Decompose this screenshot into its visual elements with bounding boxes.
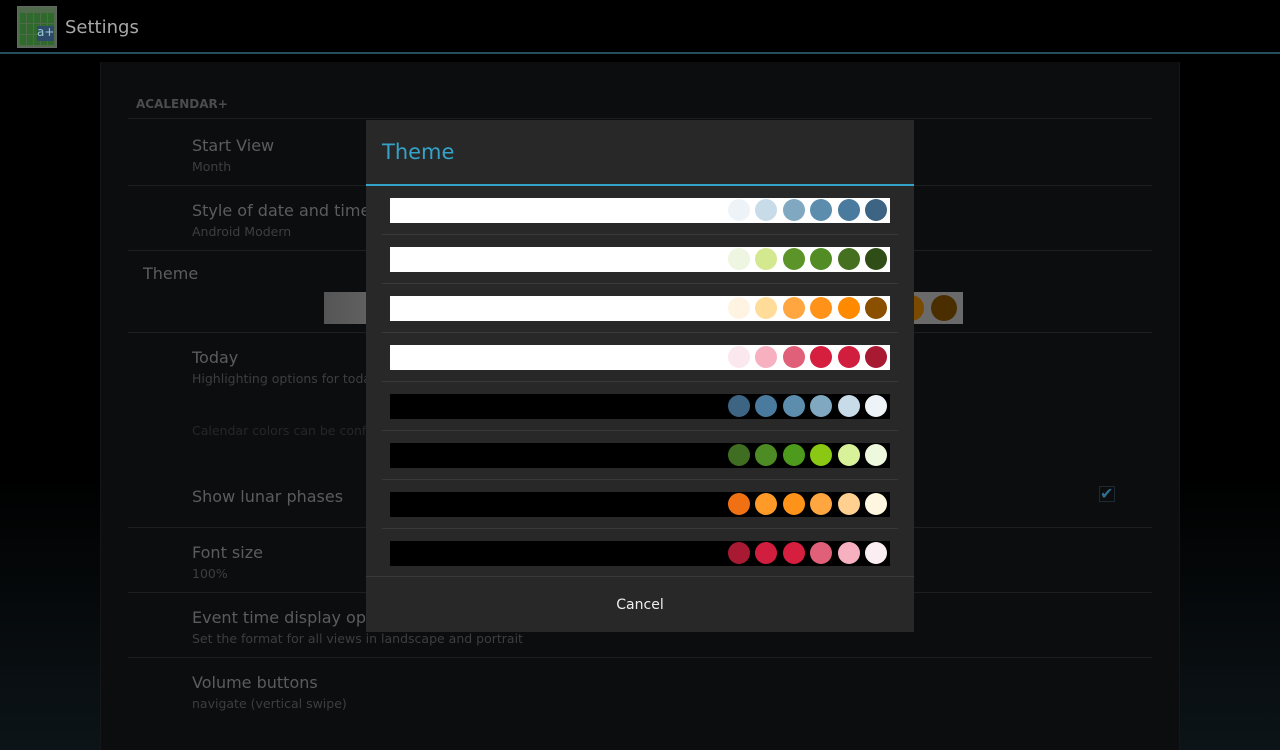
color-dot [782,395,805,417]
theme-option-5[interactable] [382,382,898,431]
color-dot [865,199,887,221]
color-dot [782,297,805,319]
setting-summary: Set the format for all views in landscap… [192,631,523,646]
color-dot [865,444,887,466]
theme-swatch-bar [390,296,890,321]
setting-summary: Android Modern [192,224,292,239]
theme-option-4[interactable] [382,333,898,382]
color-dot [837,444,860,466]
color-dot [810,542,833,564]
action-bar: a+ Settings [0,0,1280,54]
calendar-app-icon[interactable]: a+ [17,6,57,48]
color-dot [837,199,860,221]
color-dot [810,395,833,417]
color-dot [782,199,805,221]
theme-swatch-bar [390,541,890,566]
color-dot [865,395,887,417]
color-dot [782,248,805,270]
color-dot [865,346,887,368]
color-dot [782,493,805,515]
theme-option-2[interactable] [382,235,898,284]
dialog-button-bar: Cancel [366,576,914,632]
color-dot [810,248,833,270]
color-dot [837,395,860,417]
color-dot [755,542,778,564]
theme-option-3[interactable] [382,284,898,333]
color-dot [837,248,860,270]
color-dot [810,346,833,368]
setting-volume-buttons[interactable]: Volume buttons [192,673,318,692]
color-dot [755,444,778,466]
color-dot [728,542,750,564]
color-dot [728,248,750,270]
color-dot [837,346,860,368]
color-dot [755,199,778,221]
color-dot [728,346,750,368]
color-dot [782,444,805,466]
setting-summary: Month [192,159,232,174]
color-dot [782,542,805,564]
setting-summary: navigate (vertical swipe) [192,696,347,711]
color-dot [865,297,887,319]
color-dot [728,444,750,466]
setting-theme[interactable]: Theme [143,264,198,283]
color-dot [755,493,778,515]
theme-swatch-bar [390,394,890,419]
color-dot [865,493,887,515]
theme-swatch-bar [390,443,890,468]
color-dot [837,542,860,564]
theme-swatch-bar [390,247,890,272]
category-header: ACALENDAR+ [136,97,228,111]
color-dot [810,444,833,466]
cancel-button[interactable]: Cancel [366,577,914,632]
preview-color-dot [931,295,957,321]
background-right [1180,62,1280,750]
setting-summary: Highlighting options for today [192,371,379,386]
setting-today[interactable]: Today [192,348,238,367]
theme-option-1[interactable] [382,186,898,235]
color-dot [865,542,887,564]
color-dot [810,199,833,221]
theme-swatch-bar [390,198,890,223]
color-dot [728,395,750,417]
divider [128,657,1152,658]
color-dot [837,297,860,319]
lunar-phases-checkbox[interactable]: ✔ [1099,486,1115,502]
color-dot [755,297,778,319]
color-dot [755,248,778,270]
color-dot [728,297,750,319]
color-dot [755,346,778,368]
dialog-title: Theme [382,140,455,164]
setting-start-view[interactable]: Start View [192,136,274,155]
color-dot [810,493,833,515]
color-dot [810,297,833,319]
theme-option-7[interactable] [382,480,898,529]
color-dot [728,493,750,515]
theme-swatch-bar [390,345,890,370]
color-dot [837,493,860,515]
color-dot [728,199,750,221]
setting-date-style[interactable]: Style of date and time [192,201,370,220]
theme-option-6[interactable] [382,431,898,480]
theme-dialog: Theme Cancel [366,120,914,632]
setting-summary: 100% [192,566,228,581]
theme-option-8[interactable] [382,529,898,578]
color-dot [782,346,805,368]
divider [128,118,1152,119]
color-dot [865,248,887,270]
page-title: Settings [65,17,139,38]
app-icon-letters: a+ [37,25,55,41]
setting-font-size[interactable]: Font size [192,543,263,562]
setting-lunar-phases[interactable]: Show lunar phases [192,487,343,506]
color-dot [755,395,778,417]
theme-swatch-bar [390,492,890,517]
background-left [0,62,100,750]
